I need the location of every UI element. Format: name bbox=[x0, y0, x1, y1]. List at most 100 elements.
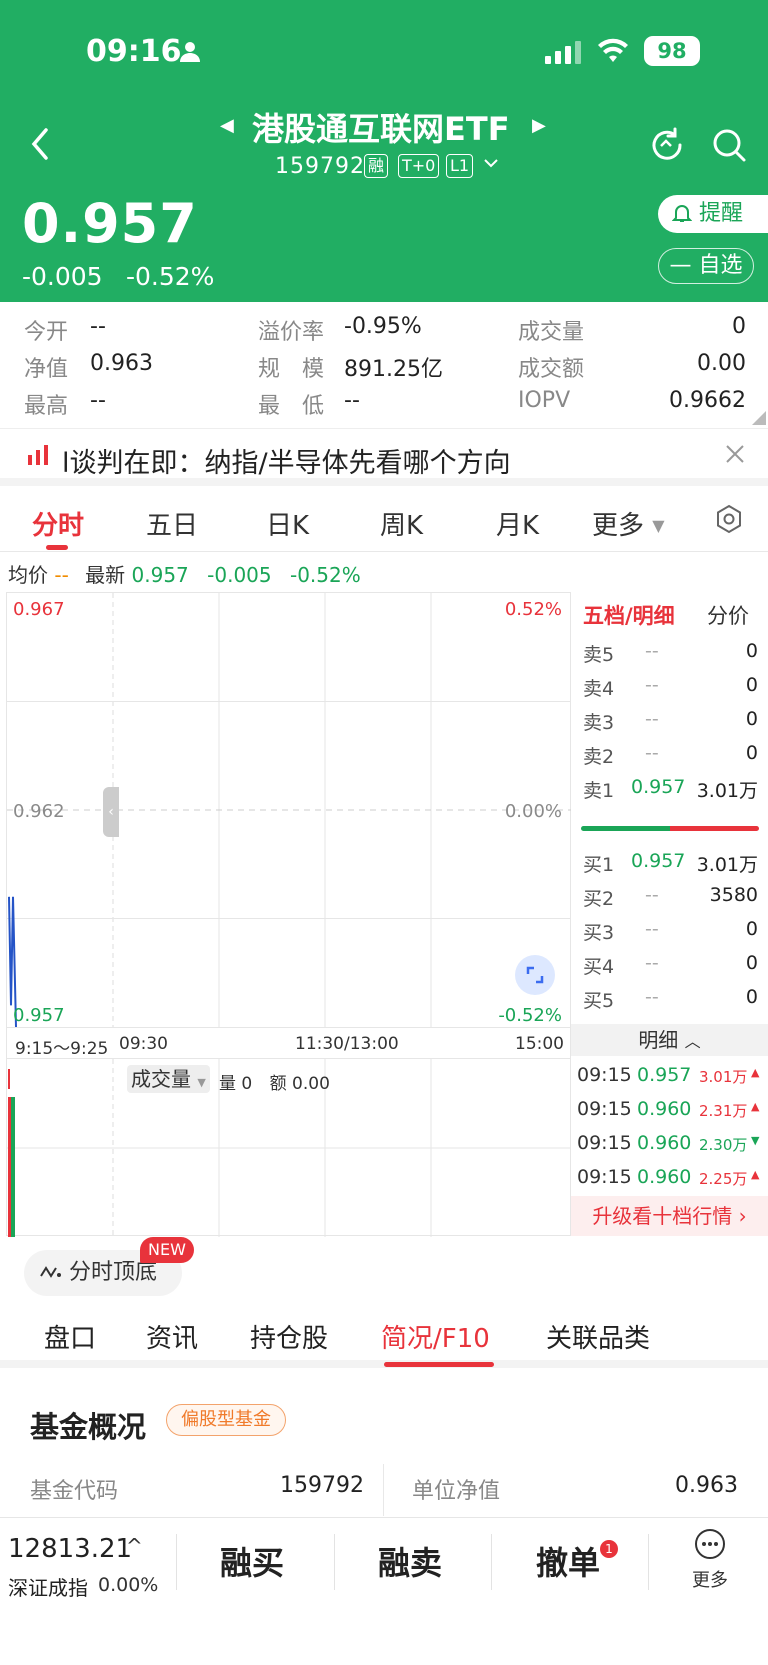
orderbook-tab-price[interactable]: 分价 bbox=[707, 600, 749, 630]
subtab-related[interactable]: 关联品类 bbox=[546, 1318, 650, 1355]
fund-code-value: 159792 bbox=[280, 1473, 364, 1498]
iopv-label: IOPV bbox=[518, 388, 571, 413]
next-stock-icon[interactable]: ▶ bbox=[532, 115, 546, 136]
index-widget[interactable]: 12813.21 ^ 深证成指 0.00% bbox=[8, 1534, 168, 1604]
bid-label: 买1 bbox=[583, 854, 615, 876]
trade-price: 0.960 bbox=[637, 1098, 692, 1120]
bid-row[interactable]: 买3 -- 0 bbox=[571, 914, 768, 944]
caret-down-icon: ▼ bbox=[652, 516, 665, 535]
margin-sell-button[interactable]: 融卖 bbox=[378, 1538, 442, 1584]
ask-row[interactable]: 卖3 -- 0 bbox=[571, 704, 768, 734]
prev-stock-icon[interactable]: ◀ bbox=[220, 115, 234, 136]
subtab-news[interactable]: 资讯 bbox=[146, 1318, 198, 1355]
ask-qty: 0 bbox=[745, 640, 758, 662]
bid-row[interactable]: 买1 0.957 3.01万 bbox=[571, 846, 768, 876]
vol-qty-value: 0 bbox=[241, 1074, 253, 1094]
ask-row[interactable]: 卖1 0.957 3.01万 bbox=[571, 772, 768, 802]
latest-change: -0.005 bbox=[207, 563, 272, 587]
avg-price-bar: 均价 -- 最新 0.957 -0.005 -0.52% bbox=[8, 559, 361, 587]
remind-button[interactable]: 提醒 bbox=[658, 195, 768, 233]
ask-price: -- bbox=[645, 674, 659, 696]
tab-five-day[interactable]: 五日 bbox=[146, 505, 198, 542]
subtab-quote[interactable]: 盘口 bbox=[44, 1318, 96, 1355]
wave-icon bbox=[40, 1251, 62, 1278]
tab-intraday[interactable]: 分时 bbox=[32, 505, 84, 542]
trade-time: 09:15 bbox=[577, 1132, 632, 1154]
collapse-handle[interactable]: ‹ bbox=[103, 787, 119, 837]
search-icon[interactable] bbox=[710, 126, 748, 164]
fund-nav-value: 0.963 bbox=[675, 1473, 738, 1498]
trade-direction-icon: ▲ bbox=[751, 1066, 760, 1079]
settings-icon[interactable] bbox=[714, 504, 744, 534]
x-axis: 9:15～9:25 09:30 11:30/13:00 15:00 bbox=[7, 1027, 572, 1059]
trade-time: 09:15 bbox=[577, 1098, 632, 1120]
x-label-preopen: 9:15～9:25 bbox=[15, 1039, 109, 1059]
close-icon[interactable] bbox=[724, 443, 746, 465]
high-value: -- bbox=[90, 388, 106, 413]
back-icon[interactable] bbox=[24, 124, 54, 164]
ask-label: 卖2 bbox=[583, 746, 615, 768]
intraday-chart[interactable]: 0.967 0.962 0.957 0.52% 0.00% -0.52% ‹ 9… bbox=[6, 592, 572, 1237]
news-banner[interactable]: l谈判在即：纳指/半导体先看哪个方向 bbox=[0, 428, 768, 486]
refresh-icon[interactable] bbox=[648, 126, 686, 164]
battery-icon: 98 bbox=[644, 36, 700, 66]
latest-label: 最新 bbox=[85, 563, 126, 587]
tab-monthly-k[interactable]: 月K bbox=[496, 505, 539, 542]
vol-amt-value: 0.00 bbox=[292, 1074, 330, 1094]
fullscreen-button[interactable] bbox=[515, 955, 555, 995]
nav-value: 0.963 bbox=[90, 351, 153, 376]
ask-price: 0.957 bbox=[631, 776, 686, 798]
bid-row[interactable]: 买5 -- 0 bbox=[571, 982, 768, 1012]
volume-value: 0 bbox=[732, 314, 746, 339]
subtab-f10[interactable]: 简况/F10 bbox=[381, 1318, 490, 1355]
expand-corner-icon[interactable] bbox=[752, 410, 766, 425]
bid-row[interactable]: 买4 -- 0 bbox=[571, 948, 768, 978]
news-text[interactable]: l谈判在即：纳指/半导体先看哪个方向 bbox=[62, 441, 511, 480]
ask-row[interactable]: 卖2 -- 0 bbox=[571, 738, 768, 768]
fund-code-label: 基金代码 bbox=[30, 1479, 119, 1504]
avg-value: -- bbox=[54, 563, 69, 587]
volume-bar bbox=[8, 1097, 11, 1237]
chevron-up-icon: ^ bbox=[126, 1534, 143, 1558]
ask-row[interactable]: 卖5 -- 0 bbox=[571, 636, 768, 666]
amount-label: 成交额 bbox=[518, 357, 585, 382]
divider bbox=[334, 1534, 335, 1590]
trade-direction-icon: ▲ bbox=[751, 1168, 760, 1181]
y-label-bottom: 0.957 bbox=[13, 1005, 65, 1026]
more-button[interactable]: 更多 bbox=[680, 1528, 740, 1600]
volume-selector[interactable]: 成交量 ▼ bbox=[127, 1065, 210, 1093]
bid-row[interactable]: 买2 -- 3580 bbox=[571, 880, 768, 910]
new-badge: NEW bbox=[140, 1237, 194, 1263]
add-watchlist-button[interactable]: — 自选 bbox=[658, 248, 754, 284]
more-label: 更多 bbox=[692, 1570, 728, 1591]
tab-weekly-k[interactable]: 周K bbox=[380, 505, 423, 542]
detail-header[interactable]: 明细 ︿ bbox=[571, 1024, 768, 1056]
chevron-down-icon[interactable] bbox=[482, 154, 500, 174]
status-time: 09:16 bbox=[86, 34, 182, 69]
orderbook-tab-active[interactable]: 五档/明细 bbox=[583, 600, 675, 630]
latest-change-pct: -0.52% bbox=[289, 563, 361, 587]
signal-icon bbox=[545, 40, 583, 64]
pill-label: 分时顶底 bbox=[69, 1260, 158, 1285]
x-label-open: 09:30 bbox=[119, 1034, 168, 1054]
watch-label: 自选 bbox=[698, 253, 743, 278]
trade-qty: 3.01万 bbox=[699, 1068, 748, 1086]
subtab-holdings[interactable]: 持仓股 bbox=[250, 1318, 328, 1355]
bid-qty: 0 bbox=[745, 986, 758, 1008]
bid-label: 买4 bbox=[583, 956, 615, 978]
open-value: -- bbox=[90, 314, 106, 339]
trade-qty: 2.30万 bbox=[699, 1136, 748, 1154]
ask-label: 卖4 bbox=[583, 678, 615, 700]
index-name: 深证成指 bbox=[8, 1576, 88, 1600]
trade-direction-icon: ▲ bbox=[751, 1100, 760, 1113]
margin-buy-button[interactable]: 融买 bbox=[220, 1538, 284, 1584]
upgrade-button[interactable]: 升级看十档行情 › bbox=[571, 1196, 768, 1236]
bid-label: 买3 bbox=[583, 922, 615, 944]
cancel-order-button[interactable]: 撤单 bbox=[536, 1538, 600, 1584]
volume-selector-label: 成交量 bbox=[131, 1067, 191, 1091]
ask-row[interactable]: 卖4 -- 0 bbox=[571, 670, 768, 700]
tab-daily-k[interactable]: 日K bbox=[266, 505, 309, 542]
y-label-mid: 0.962 bbox=[13, 801, 65, 822]
bid-label: 买5 bbox=[583, 990, 615, 1012]
tab-more[interactable]: 更多 ▼ bbox=[592, 505, 665, 542]
